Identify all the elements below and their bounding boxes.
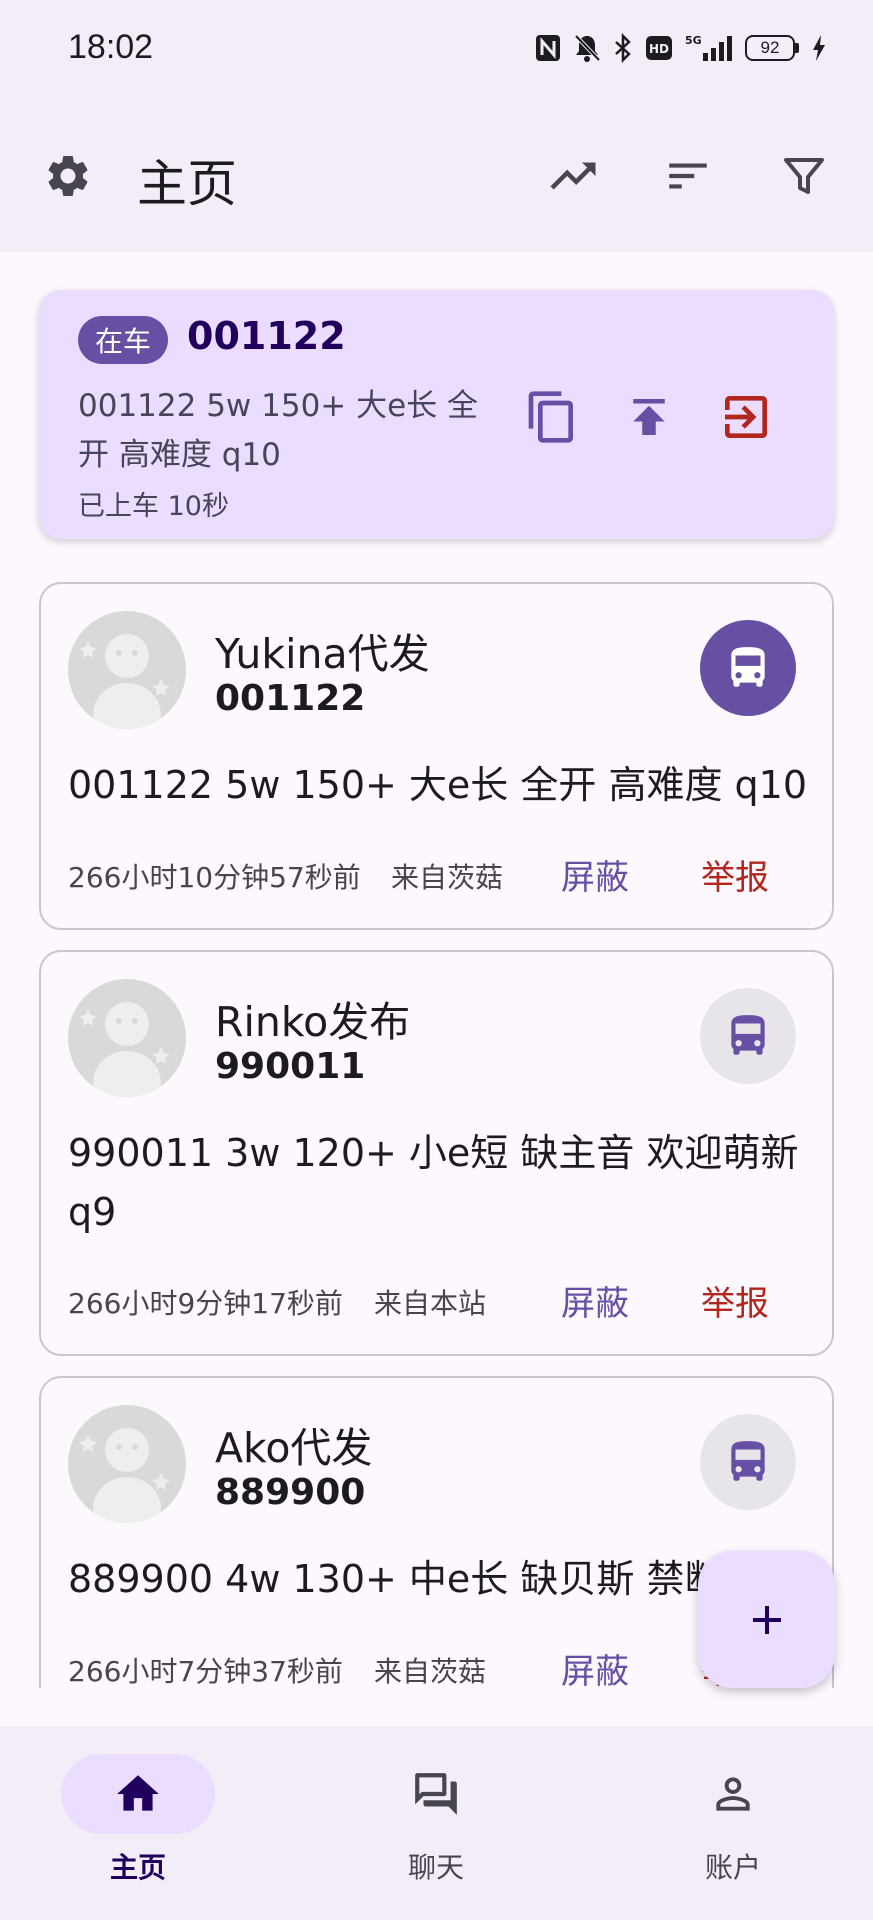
person-icon xyxy=(716,1777,750,1811)
board-button[interactable] xyxy=(700,1414,796,1510)
post-source: 来自茨菇 xyxy=(374,1655,487,1688)
nav-item-home[interactable]: 主页 xyxy=(28,1754,248,1894)
nfc-icon xyxy=(536,35,560,61)
battery-level: 92 xyxy=(745,35,795,61)
svg-text:HD: HD xyxy=(649,42,669,56)
post-text: 001122 5w 150+ 大e长 全开 高难度 q10 xyxy=(68,763,808,807)
post-card[interactable]: Rinko发布 990011 990011 3w 120+ 小e短 缺主音 欢迎… xyxy=(39,950,834,1356)
post-time: 266小时7分钟37秒前 xyxy=(68,1655,343,1688)
exit-icon xyxy=(725,396,767,438)
sort-icon xyxy=(669,163,707,189)
author-name: Ako代发 xyxy=(215,1424,373,1472)
bluetooth-icon xyxy=(615,33,631,63)
hd-icon: HD xyxy=(646,36,672,60)
report-button[interactable]: 举报 xyxy=(701,850,769,899)
bus-icon xyxy=(731,1441,765,1481)
svg-text:5G: 5G xyxy=(685,34,702,47)
status-time: 18:02 xyxy=(68,28,154,66)
home-icon xyxy=(117,1775,159,1811)
nav-label: 主页 xyxy=(109,1851,166,1884)
chat-icon xyxy=(415,1773,457,1815)
avatar xyxy=(68,1405,186,1523)
gear-icon xyxy=(48,156,88,196)
current-room-id: 001122 xyxy=(187,314,346,358)
post-source: 来自本站 xyxy=(374,1287,487,1320)
block-button[interactable]: 屏蔽 xyxy=(561,850,629,899)
nav-indicator xyxy=(656,1754,810,1834)
plus-icon xyxy=(752,1605,781,1634)
bell-off-icon xyxy=(574,34,601,62)
filter-button[interactable] xyxy=(764,136,844,216)
board-button[interactable] xyxy=(700,620,796,716)
post-source: 来自茨菇 xyxy=(391,861,504,894)
author-name: Yukina代发 xyxy=(215,630,430,678)
feed[interactable]: 在车 001122 001122 5w 150+ 大e长 全开 高难度 q10 … xyxy=(0,252,873,1688)
trending-button[interactable] xyxy=(533,136,613,216)
room-id: 889900 xyxy=(215,1472,366,1513)
author-name: Rinko发布 xyxy=(215,998,411,1046)
status-bar: 18:02 HD 5G 92 xyxy=(0,0,873,100)
bus-icon xyxy=(731,647,765,687)
block-button[interactable]: 屏蔽 xyxy=(561,1644,629,1688)
nav-indicator xyxy=(61,1754,215,1834)
nav-label: 账户 xyxy=(704,1851,761,1884)
current-description: 001122 5w 150+ 大e长 全开 高难度 q10 xyxy=(78,388,479,473)
avatar xyxy=(68,611,186,729)
post-time: 266小时9分钟17秒前 xyxy=(68,1287,343,1320)
nav-indicator xyxy=(359,1754,513,1834)
elapsed-time: 已上车 10秒 xyxy=(78,491,229,522)
settings-button[interactable] xyxy=(28,136,108,216)
nav-label: 聊天 xyxy=(407,1851,464,1884)
signal-5g-icon: 5G xyxy=(685,34,732,61)
board-button[interactable] xyxy=(700,988,796,1084)
report-button[interactable]: 举报 xyxy=(701,1276,769,1325)
publish-icon xyxy=(633,399,665,435)
publish-button[interactable] xyxy=(616,384,682,450)
bottom-navigation: 主页 聊天 账户 xyxy=(0,1726,873,1920)
on-board-chip: 在车 xyxy=(78,316,168,364)
current-ride-card: 在车 001122 001122 5w 150+ 大e长 全开 高难度 q10 … xyxy=(39,290,834,539)
trending-icon xyxy=(550,162,596,190)
bus-icon xyxy=(731,1015,765,1055)
post-time: 266小时10分钟57秒前 xyxy=(68,861,361,894)
page-title: 主页 xyxy=(137,155,237,213)
top-app-bar: 主页 xyxy=(0,100,873,252)
post-card[interactable]: Yukina代发 001122 001122 5w 150+ 大e长 全开 高难… xyxy=(39,582,834,930)
copy-button[interactable] xyxy=(519,384,585,450)
room-id: 001122 xyxy=(215,678,366,719)
avatar xyxy=(68,979,186,1097)
status-icons: HD 5G 92 xyxy=(535,30,827,66)
filter-icon xyxy=(784,158,824,194)
post-text: 990011 3w 120+ 小e短 缺主音 欢迎萌新 q9 xyxy=(68,1131,799,1234)
nav-item-chat[interactable]: 聊天 xyxy=(326,1754,546,1894)
sort-button[interactable] xyxy=(648,136,728,216)
exit-button[interactable] xyxy=(713,384,779,450)
copy-icon xyxy=(528,391,573,443)
battery-icon: 92 xyxy=(745,35,799,61)
add-post-button[interactable] xyxy=(698,1551,835,1688)
room-id: 990011 xyxy=(215,1046,366,1087)
charging-icon xyxy=(813,35,825,61)
nav-item-account[interactable]: 账户 xyxy=(623,1754,843,1894)
block-button[interactable]: 屏蔽 xyxy=(561,1276,629,1325)
